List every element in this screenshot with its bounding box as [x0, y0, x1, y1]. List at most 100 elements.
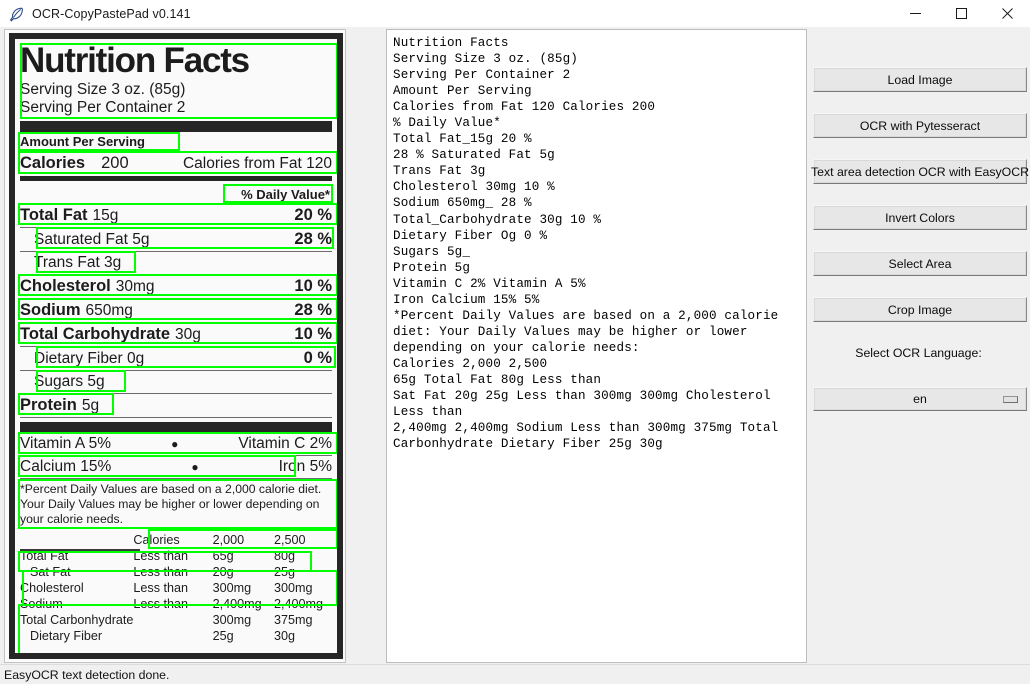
dv-cell: 2,400mg — [273, 597, 323, 611]
nf-serving-size: Serving Size 3 oz. (85g) — [20, 81, 186, 98]
dv-cell: 20g — [212, 565, 234, 579]
nf-rule — [20, 393, 332, 394]
maximize-icon[interactable] — [938, 0, 984, 27]
dropdown-indicator-icon — [1003, 396, 1018, 403]
nf-rule — [20, 322, 332, 323]
title-bar: OCR-CopyPastePad v0.141 — [0, 0, 1030, 27]
nf-vitamin-right: Vitamin C 2% — [238, 435, 332, 452]
nf-rule — [20, 251, 332, 252]
nf-vitamin-left: Vitamin A 5% — [20, 435, 112, 452]
nf-nutrient-row: Total Carbohydrate 30g 10 % — [18, 322, 337, 344]
nf-nutrient-name: Total Carbohydrate — [20, 325, 171, 343]
nf-vitamin-right: Iron 5% — [278, 458, 332, 475]
nf-nutrient-name: Total Fat — [20, 206, 88, 224]
dv-cell: Calories — [133, 533, 180, 547]
crop-image-button[interactable]: Crop Image — [813, 297, 1027, 322]
nf-daily-value-header: % Daily Value* — [241, 187, 330, 202]
nf-footnote: *Percent Daily Values are based on a 2,0… — [20, 482, 322, 526]
nf-nutrient-dv: 10 % — [294, 277, 332, 295]
dv-cell — [133, 628, 212, 644]
nf-nutrient-amount: 5g — [81, 397, 100, 414]
nf-nutrient-row: Protein 5g — [18, 393, 332, 415]
nutrition-facts-label: Nutrition Facts Serving Size 3 oz. (85g)… — [9, 33, 343, 659]
nf-nutrient-name: Trans Fat 3g — [34, 254, 122, 271]
nf-vitamin-row: Vitamin A 5% ● Vitamin C 2% — [18, 432, 337, 454]
nf-nutrient-row: Saturated Fat 5g 28 % — [20, 227, 334, 249]
nf-nutrient-name: Protein — [20, 396, 77, 414]
window-title: OCR-CopyPastePad v0.141 — [32, 6, 191, 21]
dv-cell: 375mg — [273, 613, 313, 627]
dv-cell: Sat Fat — [30, 565, 71, 579]
dv-table-row: Sodium Less than 2,400mg 2,400mg — [20, 596, 332, 612]
nf-nutrient-rows: Total Fat 15g 20 % Saturated Fat 5g 28 % Tran… — [18, 203, 337, 418]
dv-cell: 300mg — [212, 613, 252, 627]
ocr-pytesseract-button[interactable]: OCR with Pytesseract — [813, 113, 1027, 138]
feather-icon — [8, 6, 24, 22]
nf-rule — [20, 478, 332, 479]
nf-nutrient-row: Cholesterol 30mg 10 % — [18, 274, 337, 296]
nf-nutrient-dv: 10 % — [294, 325, 332, 343]
nf-nutrient-row: Sodium 650mg 28 % — [18, 298, 337, 320]
dv-cell: 300mg — [273, 581, 313, 595]
dv-cell: 25g — [212, 629, 234, 643]
nf-calories-value: 200 — [101, 154, 129, 172]
dv-cell — [20, 532, 133, 548]
language-label: Select OCR Language: — [855, 346, 982, 360]
dv-cell: 2,400mg — [212, 597, 262, 611]
nf-nutrient-row: Sugars 5g — [20, 370, 332, 392]
nf-serving-per-container: Serving Per Container 2 — [20, 99, 186, 116]
image-preview-panel[interactable]: Nutrition Facts Serving Size 3 oz. (85g)… — [4, 29, 346, 663]
nf-nutrient-row: Total Fat 15g 20 % — [18, 203, 337, 225]
language-dropdown[interactable]: en — [813, 387, 1027, 411]
nf-vitamin-row: Calcium 15% ● Iron 5% — [18, 455, 332, 477]
load-image-button[interactable]: Load Image — [813, 67, 1027, 92]
dv-cell: Sodium — [20, 597, 63, 611]
nf-nutrient-amount: 30g — [175, 326, 201, 343]
dv-table-row: Sat Fat Less than 20g 25g — [20, 564, 332, 580]
dv-table-row: Total Carbonhydrate 300mg 375mg — [20, 612, 332, 628]
nf-rule — [20, 455, 332, 456]
ocr-text-panel[interactable]: Nutrition Facts Serving Size 3 oz. (85g)… — [386, 29, 807, 663]
nf-rule — [20, 417, 332, 418]
select-area-button[interactable]: Select Area — [813, 251, 1027, 276]
nutrition-label-image: Nutrition Facts Serving Size 3 oz. (85g)… — [9, 33, 343, 659]
nf-nutrient-dv: 20 % — [294, 206, 332, 224]
nf-vitamin-left: Calcium 15% — [20, 458, 112, 475]
dv-cell: Less than — [133, 549, 189, 563]
status-message: EasyOCR text detection done. — [4, 667, 170, 682]
nf-nutrient-amount: 15g — [92, 207, 119, 224]
nf-nutrient-name: Sodium — [20, 301, 81, 319]
nf-nutrient-name: Saturated Fat 5g — [34, 231, 150, 248]
dv-cell: Less than — [133, 565, 189, 579]
dv-cell: Less than — [133, 597, 189, 611]
nf-calories-label: Calories — [20, 154, 86, 172]
status-bar: EasyOCR text detection done. — [0, 664, 1030, 684]
dv-cell — [133, 612, 212, 628]
dv-cell: 25g — [273, 565, 295, 579]
dv-table-row: Dietary Fiber 25g 30g — [20, 628, 332, 644]
window-controls — [892, 0, 1030, 27]
nf-nutrient-dv: 28 % — [294, 301, 332, 319]
dv-cell: Total Carbonhydrate — [20, 613, 134, 627]
nf-divider-thick — [20, 121, 332, 132]
nf-nutrient-dv: 0 % — [303, 349, 332, 367]
nf-rule — [20, 370, 332, 371]
close-icon[interactable] — [984, 0, 1030, 27]
application-window: OCR-CopyPastePad v0.141 Nutrition Facts … — [0, 0, 1030, 684]
nf-nutrient-name: Sugars 5g — [34, 373, 105, 390]
nf-nutrient-name: Dietary Fiber 0g — [34, 350, 145, 367]
dv-cell: 2,500 — [273, 533, 306, 547]
dv-cell: 65g — [212, 549, 234, 563]
nf-divider-thick-2 — [20, 422, 332, 433]
dv-cell: Dietary Fiber — [30, 629, 103, 643]
minimize-icon[interactable] — [892, 0, 938, 27]
dv-cell: Less than — [133, 581, 189, 595]
ocr-easyocr-button[interactable]: Text area detection OCR with EasyOCR — [811, 159, 1029, 184]
dv-cell: Cholesterol — [20, 581, 84, 595]
nf-rule — [20, 298, 332, 299]
nf-amount-per-serving: Amount Per Serving — [20, 134, 145, 149]
ocr-output-text[interactable]: Nutrition Facts Serving Size 3 oz. (85g)… — [387, 30, 806, 452]
invert-colors-button[interactable]: Invert Colors — [813, 205, 1027, 230]
language-selected-value: en — [913, 392, 927, 406]
nf-rule — [20, 346, 332, 347]
